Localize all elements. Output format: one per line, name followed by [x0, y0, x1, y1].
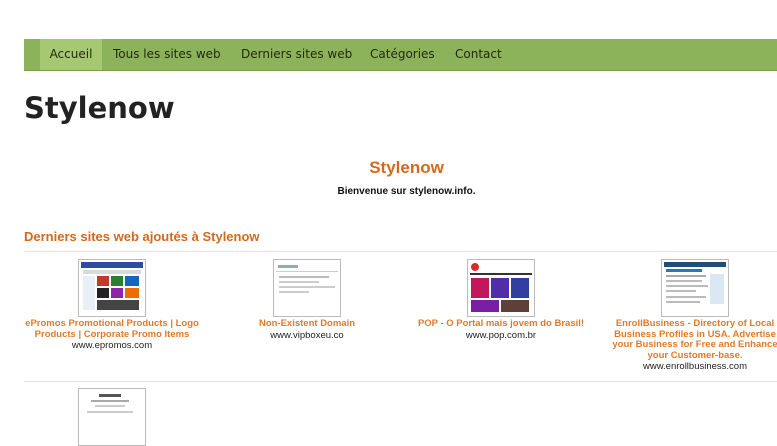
site-thumbnail[interactable] — [661, 259, 729, 317]
section-title: Derniers sites web ajoutés à Stylenow — [24, 229, 260, 244]
site-title-link[interactable]: POP - O Portal mais jovem do Brasil! — [411, 318, 591, 330]
divider — [24, 251, 777, 252]
site-title-link[interactable]: EnrollBusiness - Directory of Local Busi… — [605, 318, 777, 361]
site-card: ePromos Promotional Products | Logo Prod… — [22, 259, 202, 351]
nav-item-accueil[interactable]: Accueil — [40, 39, 102, 70]
site-url: www.pop.com.br — [465, 329, 537, 341]
site-url: www.vipboxeu.co — [270, 329, 344, 341]
site-card: Non-Existent Domain www.vipboxeu.co — [217, 259, 397, 341]
site-card: EnrollBusiness - Directory of Local Busi… — [605, 259, 777, 372]
site-thumbnail[interactable] — [78, 388, 146, 446]
site-thumbnail[interactable] — [467, 259, 535, 317]
hero-subtitle: Bienvenue sur stylenow.info. — [337, 186, 476, 197]
hero-title: Stylenow — [369, 158, 444, 177]
nav-item-tous-les-sites[interactable]: Tous les sites web — [113, 39, 221, 70]
site-card: POP - O Portal mais jovem do Brasil! www… — [411, 259, 591, 341]
nav-item-contact[interactable]: Contact — [455, 39, 502, 70]
site-title-link[interactable]: ePromos Promotional Products | Logo Prod… — [22, 318, 202, 340]
nav-item-categories[interactable]: Catégories — [370, 39, 435, 70]
site-title-link[interactable]: Non-Existent Domain — [217, 318, 397, 330]
site-thumbnail[interactable] — [78, 259, 146, 317]
site-url: www.epromos.com — [71, 340, 153, 351]
divider — [24, 381, 777, 382]
main-nav: Accueil Tous les sites web Derniers site… — [24, 39, 777, 71]
site-thumbnail[interactable] — [273, 259, 341, 317]
site-card — [22, 388, 202, 446]
site-title[interactable]: Stylenow — [24, 91, 175, 125]
nav-item-derniers-sites[interactable]: Derniers sites web — [241, 39, 352, 70]
site-url: www.enrollbusiness.com — [642, 361, 747, 372]
